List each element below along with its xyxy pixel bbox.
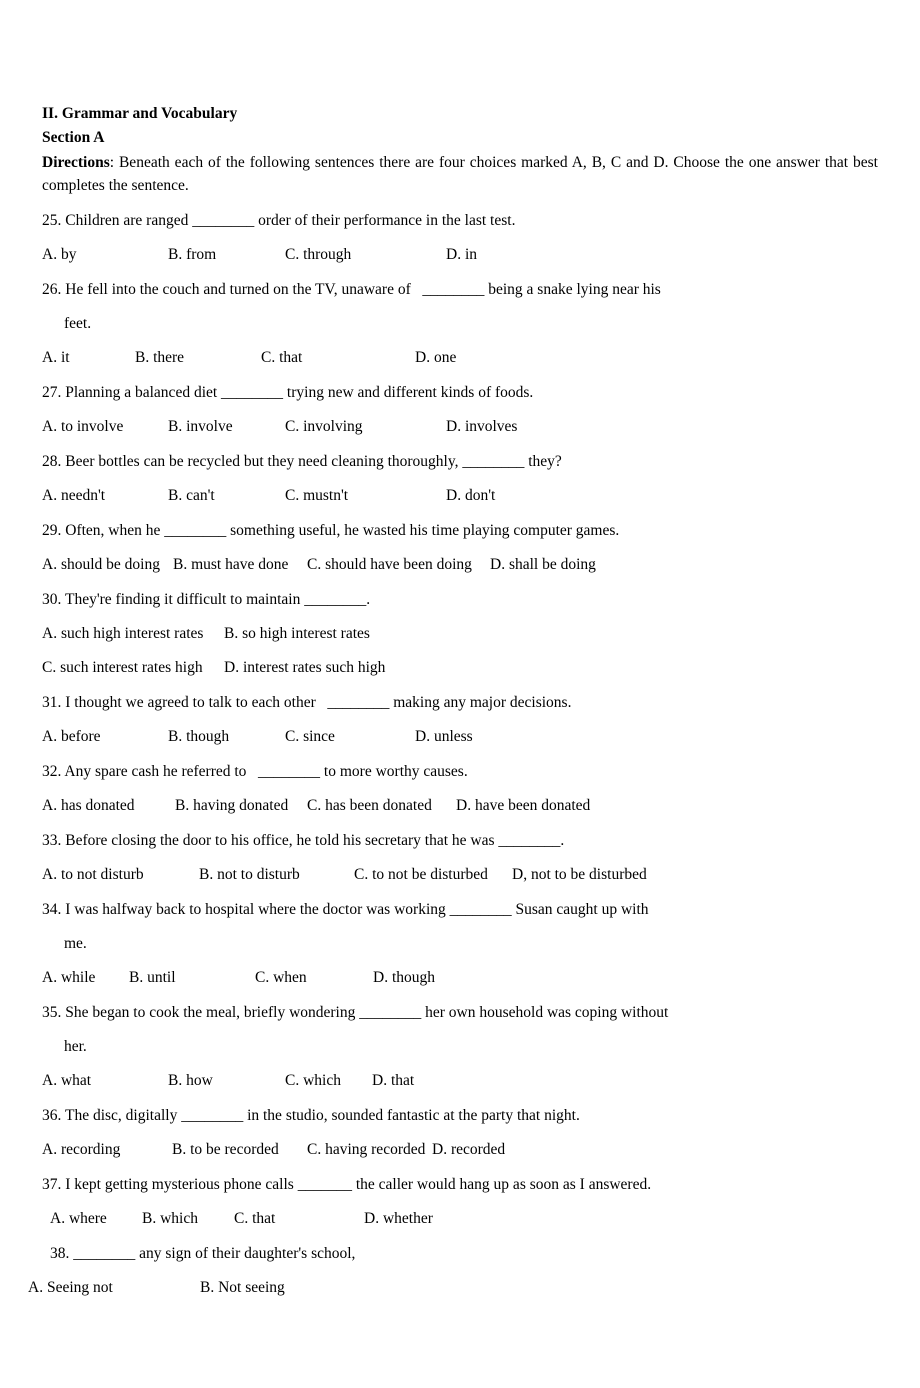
directions-paragraph: Directions: Beneath each of the followin…	[42, 151, 878, 197]
option-30-c[interactable]: C. such interest rates high	[42, 656, 203, 679]
option-28-b[interactable]: B. can't	[168, 484, 215, 507]
option-37-c[interactable]: C. that	[234, 1207, 275, 1230]
option-row-35: A. what B. how C. which D. that	[42, 1069, 878, 1092]
option-26-a[interactable]: A. it	[42, 346, 70, 369]
option-38-b[interactable]: B. Not seeing	[200, 1276, 285, 1299]
option-26-c[interactable]: C. that	[261, 346, 302, 369]
question-stem-34: 34. I was halfway back to hospital where…	[42, 901, 649, 918]
option-row-29: A. should be doing B. must have done C. …	[42, 553, 878, 576]
question-stem-29: 29. Often, when he ________ something us…	[42, 522, 620, 539]
question-stem-25: 25. Children are ranged ________ order o…	[42, 212, 516, 229]
option-row-31: A. before B. though C. since D. unless	[42, 725, 878, 748]
option-27-b[interactable]: B. involve	[168, 415, 233, 438]
question-stem-38: 38. ________ any sign of their daughter'…	[50, 1245, 356, 1262]
option-38-a[interactable]: A. Seeing not	[28, 1276, 113, 1299]
question-stem-35: 35. She began to cook the meal, briefly …	[42, 1004, 669, 1021]
option-29-b[interactable]: B. must have done	[173, 553, 288, 576]
option-33-c[interactable]: C. to not be disturbed	[354, 863, 488, 886]
question-stem-31: 31. I thought we agreed to talk to each …	[42, 694, 572, 711]
option-row-25: A. by B. from C. through D. in	[42, 243, 878, 266]
option-row-38: A. Seeing not B. Not seeing	[28, 1276, 878, 1299]
option-row-30: A. such high interest rates B. so high i…	[42, 622, 878, 679]
option-34-c[interactable]: C. when	[255, 966, 307, 989]
document-page: II. Grammar and Vocabulary Section A Dir…	[0, 0, 920, 1388]
option-28-c[interactable]: C. mustn't	[285, 484, 348, 507]
option-37-a[interactable]: A. where	[50, 1207, 107, 1230]
option-35-a[interactable]: A. what	[42, 1069, 91, 1092]
option-30-b[interactable]: B. so high interest rates	[224, 622, 370, 645]
option-36-b[interactable]: B. to be recorded	[172, 1138, 279, 1161]
question-stem-26: 26. He fell into the couch and turned on…	[42, 281, 661, 298]
option-26-d[interactable]: D. one	[415, 346, 456, 369]
option-row-36: A. recording B. to be recorded C. having…	[42, 1138, 878, 1161]
option-row-27: A. to involve B. involve C. involving D.…	[42, 415, 878, 438]
question-stem-30: 30. They're finding it difficult to main…	[42, 591, 371, 608]
question-continuation-34: me.	[64, 935, 87, 952]
option-32-a[interactable]: A. has donated	[42, 794, 135, 817]
option-32-d[interactable]: D. have been donated	[456, 794, 590, 817]
option-36-c[interactable]: C. having recorded	[307, 1138, 425, 1161]
option-31-a[interactable]: A. before	[42, 725, 101, 748]
option-35-c[interactable]: C. which	[285, 1069, 341, 1092]
option-25-c[interactable]: C. through	[285, 243, 351, 266]
option-29-d[interactable]: D. shall be doing	[490, 553, 596, 576]
option-25-b[interactable]: B. from	[168, 243, 216, 266]
option-33-d[interactable]: D, not to be disturbed	[512, 863, 647, 886]
option-25-a[interactable]: A. by	[42, 243, 76, 266]
option-25-d[interactable]: D. in	[446, 243, 477, 266]
question-stem-32: 32. Any spare cash he referred to ______…	[42, 763, 468, 780]
option-34-a[interactable]: A. while	[42, 966, 95, 989]
option-31-c[interactable]: C. since	[285, 725, 335, 748]
option-29-a[interactable]: A. should be doing	[42, 553, 160, 576]
option-26-b[interactable]: B. there	[135, 346, 184, 369]
option-row-37: A. where B. which C. that D. whether	[42, 1207, 878, 1230]
option-32-c[interactable]: C. has been donated	[307, 794, 432, 817]
option-row-26: A. it B. there C. that D. one	[42, 346, 878, 369]
option-34-b[interactable]: B. until	[129, 966, 176, 989]
section-title: II. Grammar and Vocabulary	[42, 105, 238, 122]
option-31-d[interactable]: D. unless	[415, 725, 473, 748]
question-continuation-35: her.	[64, 1038, 87, 1055]
section-label: Section A	[42, 129, 105, 146]
directions-body-text: : Beneath each of the following sentence…	[42, 154, 878, 194]
option-33-b[interactable]: B. not to disturb	[199, 863, 300, 886]
option-row-33: A. to not disturb B. not to disturb C. t…	[42, 863, 878, 886]
option-35-b[interactable]: B. how	[168, 1069, 213, 1092]
page-content: II. Grammar and Vocabulary Section A Dir…	[28, 103, 878, 1299]
question-stem-37: 37. I kept getting mysterious phone call…	[42, 1176, 652, 1193]
option-28-d[interactable]: D. don't	[446, 484, 495, 507]
option-30-a[interactable]: A. such high interest rates	[42, 622, 203, 645]
question-continuation-26: feet.	[64, 315, 92, 332]
question-stem-36: 36. The disc, digitally ________ in the …	[42, 1107, 580, 1124]
option-36-a[interactable]: A. recording	[42, 1138, 120, 1161]
question-stem-33: 33. Before closing the door to his offic…	[42, 832, 565, 849]
option-row-34: A. while B. until C. when D. though	[42, 966, 878, 989]
directions-lead-label: Directions	[42, 154, 110, 171]
option-34-d[interactable]: D. though	[373, 966, 435, 989]
option-37-b[interactable]: B. which	[142, 1207, 198, 1230]
option-27-c[interactable]: C. involving	[285, 415, 363, 438]
option-28-a[interactable]: A. needn't	[42, 484, 105, 507]
option-30-d[interactable]: D. interest rates such high	[224, 656, 385, 679]
option-31-b[interactable]: B. though	[168, 725, 229, 748]
option-row-28: A. needn't B. can't C. mustn't D. don't	[42, 484, 878, 507]
question-stem-28: 28. Beer bottles can be recycled but the…	[42, 453, 562, 470]
option-35-d[interactable]: D. that	[372, 1069, 414, 1092]
question-stem-27: 27. Planning a balanced diet ________ tr…	[42, 384, 534, 401]
option-29-c[interactable]: C. should have been doing	[307, 553, 472, 576]
option-row-32: A. has donated B. having donated C. has …	[42, 794, 878, 817]
option-32-b[interactable]: B. having donated	[175, 794, 288, 817]
option-37-d[interactable]: D. whether	[364, 1207, 433, 1230]
option-27-a[interactable]: A. to involve	[42, 415, 123, 438]
option-27-d[interactable]: D. involves	[446, 415, 517, 438]
option-36-d[interactable]: D. recorded	[432, 1138, 505, 1161]
option-33-a[interactable]: A. to not disturb	[42, 863, 144, 886]
